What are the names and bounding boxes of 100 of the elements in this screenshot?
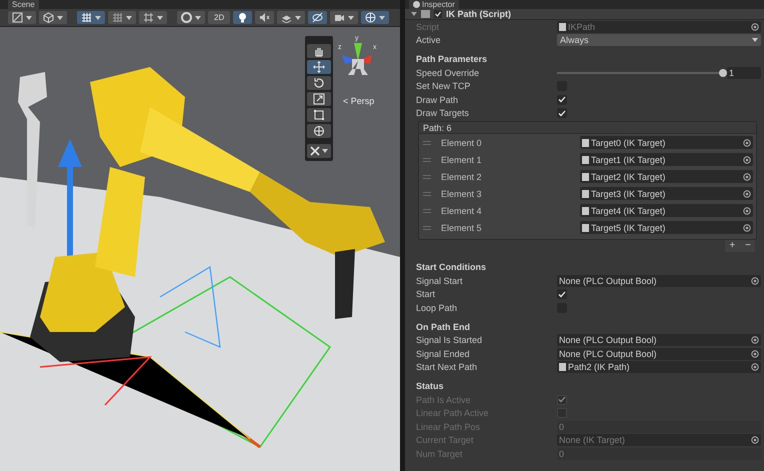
element-label: Element 2 <box>441 172 483 182</box>
info-icon <box>413 1 420 8</box>
caret-icon <box>752 38 758 42</box>
checkbox[interactable] <box>557 108 567 118</box>
dropdown[interactable]: Always <box>557 34 761 46</box>
object-picker-icon <box>743 172 751 180</box>
object-field[interactable]: None (PLC Output Bool) <box>557 274 761 287</box>
caret-icon <box>57 16 63 20</box>
drag-handle-icon <box>423 208 431 212</box>
remove-button[interactable]: − <box>743 240 753 252</box>
object-field[interactable]: Path2 (IK Path) <box>557 361 761 374</box>
tool-button[interactable] <box>307 76 331 90</box>
tool-button[interactable] <box>307 60 331 74</box>
field-label: Start <box>416 289 436 300</box>
toolbar-button[interactable] <box>277 11 306 24</box>
script-icon <box>582 224 589 232</box>
camera-icon <box>334 12 346 23</box>
list-header[interactable]: Path: 6 <box>419 122 756 134</box>
object-field[interactable]: Target0 (IK Target) <box>580 136 753 149</box>
field-label: Signal Ended <box>416 348 471 359</box>
object-field[interactable]: Target5 (IK Target) <box>580 221 753 234</box>
drag-handle-icon <box>423 192 431 196</box>
caret-icon <box>379 16 386 20</box>
component-title: IK Path (Script) <box>446 9 512 19</box>
toolbar-button[interactable] <box>8 11 36 24</box>
globe-icon <box>365 12 376 23</box>
transform-icon <box>313 125 325 137</box>
toolbar-button[interactable] <box>177 11 205 24</box>
script-icon <box>582 206 589 214</box>
object-picker-icon <box>743 224 751 232</box>
enabled-checkbox[interactable] <box>434 10 442 18</box>
checkbox[interactable] <box>557 289 567 300</box>
object-picker-icon <box>751 22 759 31</box>
script-icon <box>421 10 430 18</box>
field-label: Draw Path <box>416 94 460 105</box>
custom-tool-button[interactable] <box>307 144 331 158</box>
number-field[interactable]: 1 <box>727 66 761 79</box>
object-picker-icon <box>743 156 751 164</box>
cube-icon <box>43 12 54 23</box>
checkbox[interactable] <box>557 94 567 105</box>
field-label: Start Next Path <box>416 362 478 372</box>
tool-button[interactable] <box>307 44 331 58</box>
tool-button[interactable] <box>307 92 331 106</box>
check-icon <box>558 290 566 298</box>
caret-icon <box>348 16 354 20</box>
element-label: Element 1 <box>441 154 483 164</box>
object-picker-icon <box>751 436 759 444</box>
scene-tab[interactable]: Scene <box>8 0 39 9</box>
section-header: Status <box>416 380 445 393</box>
toolbar-button[interactable] <box>330 11 358 24</box>
hand-icon <box>313 45 325 57</box>
square-icon <box>12 12 23 23</box>
script-icon <box>582 138 589 146</box>
field-label: Set New TCP <box>416 81 472 92</box>
object-field[interactable]: Target1 (IK Target) <box>580 153 753 166</box>
tool-button[interactable] <box>307 108 331 122</box>
script-icon <box>582 156 589 164</box>
number-field: 0 <box>557 420 761 433</box>
grid-icon <box>81 12 92 23</box>
caret-icon <box>95 16 101 20</box>
script-icon <box>582 172 589 180</box>
slider-thumb[interactable] <box>719 68 727 77</box>
element-label: Element 5 <box>441 222 483 232</box>
caret-icon <box>195 16 201 20</box>
toolbar-button[interactable] <box>139 11 167 24</box>
object-field[interactable]: Target3 (IK Target) <box>580 187 753 200</box>
toolbar-button[interactable] <box>39 11 67 24</box>
mode-2d-button[interactable]: 2D <box>208 11 230 24</box>
view-mode-label[interactable]: < Persp <box>343 95 374 108</box>
number-field: 0 <box>557 448 761 460</box>
script-icon <box>582 190 589 198</box>
grid-icon <box>112 12 123 23</box>
eye-slash-icon <box>312 12 324 23</box>
object-picker-icon <box>743 138 751 146</box>
object-field: IKPath <box>557 20 761 33</box>
section-header: Path Parameters <box>416 53 488 66</box>
toolbar-button[interactable] <box>255 11 274 24</box>
field-label: Signal Is Started <box>416 335 484 346</box>
move-icon <box>313 61 325 73</box>
toolbar-button[interactable] <box>233 11 252 24</box>
toolbar-button[interactable] <box>361 11 390 24</box>
field-label: Signal Start <box>416 276 464 286</box>
toolbar-button[interactable] <box>308 11 328 24</box>
toolbar-button[interactable] <box>77 11 105 24</box>
section-header: On Path End <box>416 320 471 334</box>
element-label: Element 0 <box>441 138 483 148</box>
tool-button[interactable] <box>307 124 331 138</box>
circle-icon <box>181 12 192 23</box>
caret-icon <box>126 16 132 20</box>
object-field: None (IK Target) <box>557 434 761 446</box>
object-field[interactable]: None (PLC Output Bool) <box>557 334 761 346</box>
toolbar-button[interactable] <box>108 11 136 24</box>
object-field[interactable]: None (PLC Output Bool) <box>557 348 761 360</box>
rotate-icon <box>313 77 325 89</box>
caret-icon <box>295 16 302 20</box>
object-field[interactable]: Target2 (IK Target) <box>580 170 753 183</box>
add-button[interactable]: + <box>727 240 738 252</box>
foldout-icon <box>411 12 417 16</box>
object-field[interactable]: Target4 (IK Target) <box>580 204 753 217</box>
rect-tool-icon <box>313 109 325 121</box>
